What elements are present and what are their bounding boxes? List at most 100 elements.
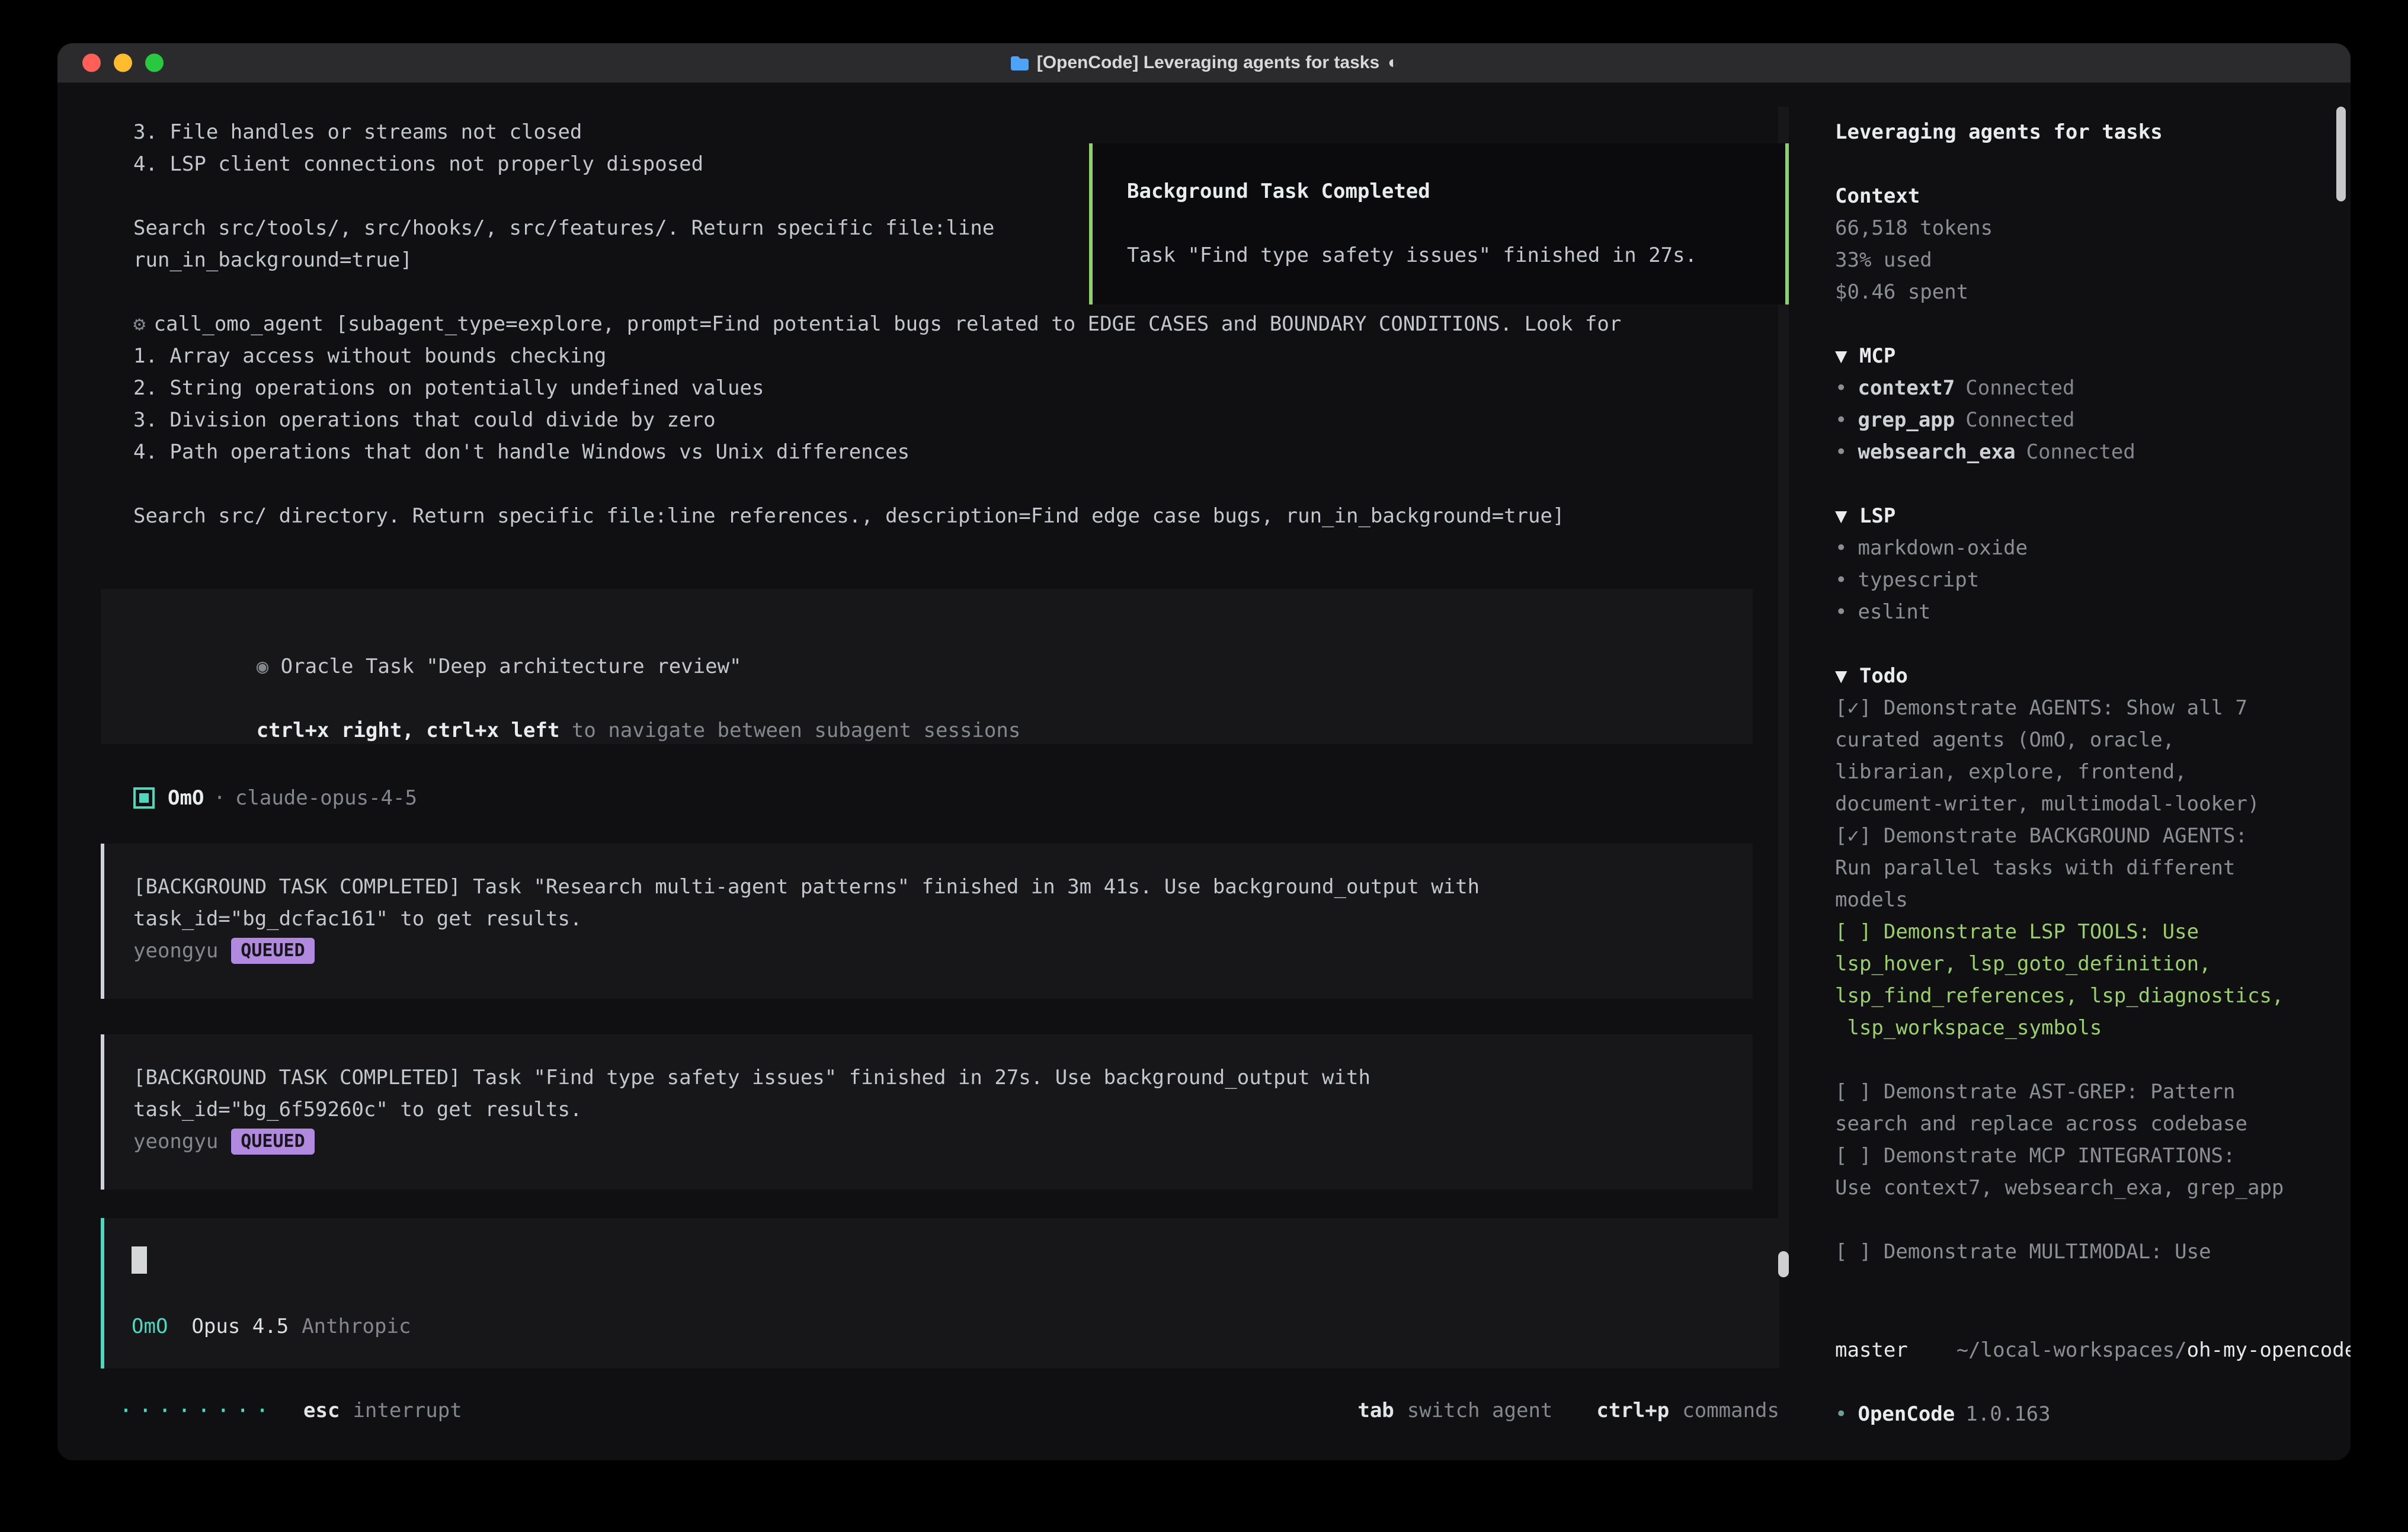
message-author: yeongyu bbox=[133, 935, 218, 967]
message-text: [BACKGROUND TASK COMPLETED] Task "Find t… bbox=[133, 1062, 1753, 1094]
todo-item: [ ] Demonstrate AST-GREP: Pattern search… bbox=[1835, 1076, 2317, 1140]
lsp-section-header[interactable]: ▼ LSP bbox=[1835, 500, 2317, 532]
transcript-line: 4. Path operations that don't handle Win… bbox=[57, 436, 1789, 468]
workspace-path: ~/local-workspaces/ bbox=[1956, 1338, 2187, 1362]
input-model-name: Opus 4.5 bbox=[191, 1310, 289, 1342]
sidebar-scrollbar-thumb[interactable] bbox=[2336, 107, 2346, 201]
sidebar-scrollbar[interactable] bbox=[2336, 107, 2346, 1277]
traffic-lights bbox=[82, 54, 164, 72]
agent-name: OmO bbox=[168, 782, 204, 814]
bullet-icon: • bbox=[1835, 1398, 1847, 1430]
ctrlp-key-label: commands bbox=[1682, 1395, 1779, 1427]
window-title: [OpenCode] Leveraging agents for tasks bbox=[1037, 53, 1379, 73]
bullet-icon: • bbox=[1835, 376, 1847, 400]
lsp-item: • eslint bbox=[1835, 596, 2317, 628]
notification-body: Task "Find type safety issues" finished … bbox=[1127, 239, 1785, 271]
app-version: 1.0.163 bbox=[1965, 1398, 2050, 1430]
esc-key-label: interrupt bbox=[353, 1395, 462, 1427]
app-version-row: • OpenCode 1.0.163 bbox=[1835, 1398, 2317, 1430]
todo-item: [ ] Demonstrate MCP INTEGRATIONS: Use co… bbox=[1835, 1140, 2317, 1204]
notification-title: Background Task Completed bbox=[1127, 175, 1785, 207]
mcp-item: • context7 Connected bbox=[1835, 372, 2317, 404]
app-name: OpenCode bbox=[1858, 1398, 1955, 1430]
todo-item: [ ] Demonstrate MULTIMODAL: Use bbox=[1835, 1236, 2317, 1268]
esc-key-hint: esc bbox=[303, 1395, 340, 1427]
mcp-section-header[interactable]: ▼ MCP bbox=[1835, 340, 2317, 372]
prompt-input[interactable]: OmO Opus 4.5 Anthropic bbox=[101, 1218, 1779, 1368]
mcp-status: Connected bbox=[1965, 376, 2074, 400]
agent-header: OmO · claude-opus-4-5 bbox=[57, 782, 1789, 814]
workspace-repo: oh-my-opencode: bbox=[2187, 1338, 2351, 1362]
bullet-icon: • bbox=[1835, 408, 1847, 432]
close-button[interactable] bbox=[82, 54, 101, 72]
input-agent-name: OmO bbox=[132, 1310, 168, 1342]
transcript-line: 1. Array access without bounds checking bbox=[57, 340, 1789, 372]
mcp-name: context7 bbox=[1858, 376, 1955, 400]
sidebar-footer-block: ~/local-workspaces/oh-my-opencode: maste… bbox=[1835, 1302, 2317, 1430]
todo-section-header[interactable]: ▼ Todo bbox=[1835, 660, 2317, 692]
spinner-dots: ········ bbox=[119, 1395, 275, 1427]
keyboard-hint-text: to navigate between subagent sessions bbox=[559, 719, 1020, 742]
ctrlp-key-hint: ctrl+p bbox=[1596, 1395, 1669, 1427]
mcp-item: • websearch_exa Connected bbox=[1835, 436, 2317, 468]
queued-badge: QUEUED bbox=[231, 1129, 314, 1155]
bullet-icon: • bbox=[1835, 536, 1847, 560]
message-author: yeongyu bbox=[133, 1126, 218, 1158]
agent-icon bbox=[133, 787, 155, 809]
bullet-icon: • bbox=[1835, 568, 1847, 592]
bullet-icon: • bbox=[1835, 440, 1847, 464]
transcript-line: 3. Division operations that could divide… bbox=[57, 404, 1789, 436]
lsp-item: • markdown-oxide bbox=[1835, 532, 2317, 564]
chat-transcript: 3. File handles or streams not closed 4.… bbox=[57, 83, 1789, 1460]
tab-key-hint: tab bbox=[1357, 1395, 1394, 1427]
fullscreen-button[interactable] bbox=[145, 54, 164, 72]
todo-item: [✓] Demonstrate BACKGROUND AGENTS: Run p… bbox=[1835, 820, 2317, 916]
context-tokens: 66,518 tokens bbox=[1835, 212, 2317, 244]
todo-item: [ ] Demonstrate LSP TOOLS: Use lsp_hover… bbox=[1835, 916, 2317, 1044]
tool-call-text: call_omo_agent [subagent_type=explore, p… bbox=[153, 312, 1621, 336]
mcp-item: • grep_app Connected bbox=[1835, 404, 2317, 436]
message-text: task_id="bg_dcfac161" to get results. bbox=[133, 903, 1753, 935]
terminal-window: [OpenCode] Leveraging agents for tasks ◐… bbox=[57, 43, 2351, 1460]
context-used: 33% used bbox=[1835, 244, 2317, 276]
mcp-name: grep_app bbox=[1858, 408, 1955, 432]
input-provider-name: Anthropic bbox=[302, 1310, 411, 1342]
transcript-line: Search src/ directory. Return specific f… bbox=[57, 500, 1789, 532]
mcp-status: Connected bbox=[1965, 408, 2074, 432]
lsp-name: eslint bbox=[1858, 600, 1930, 624]
message-block: [BACKGROUND TASK COMPLETED] Task "Find t… bbox=[101, 1034, 1753, 1190]
session-title: Leveraging agents for tasks bbox=[1835, 116, 2317, 148]
agent-model: claude-opus-4-5 bbox=[235, 782, 417, 814]
minimize-button[interactable] bbox=[114, 54, 132, 72]
context-header: Context bbox=[1835, 180, 2317, 212]
background-task-notification: Background Task Completed Task "Find typ… bbox=[1089, 143, 1789, 305]
context-spent: $0.46 spent bbox=[1835, 276, 2317, 308]
lsp-item: • typescript bbox=[1835, 564, 2317, 596]
lsp-name: markdown-oxide bbox=[1858, 536, 2028, 560]
message-block: [BACKGROUND TASK COMPLETED] Task "Resear… bbox=[101, 844, 1753, 999]
mcp-status: Connected bbox=[2026, 440, 2135, 464]
text-cursor bbox=[132, 1246, 147, 1274]
message-text: task_id="bg_6f59260c" to get results. bbox=[133, 1094, 1753, 1126]
oracle-icon: ◉ bbox=[257, 655, 268, 678]
todo-item: [✓] Demonstrate AGENTS: Show all 7 curat… bbox=[1835, 692, 2317, 820]
window-titlebar[interactable]: [OpenCode] Leveraging agents for tasks ◐ bbox=[57, 43, 2351, 83]
gear-icon: ⚙ bbox=[133, 312, 145, 336]
keyboard-hint-keys: ctrl+x right, ctrl+x left bbox=[257, 719, 560, 742]
bullet-icon: • bbox=[1835, 600, 1847, 624]
lsp-name: typescript bbox=[1858, 568, 1979, 592]
main-scrollbar-thumb[interactable] bbox=[1778, 1251, 1789, 1277]
message-text: [BACKGROUND TASK COMPLETED] Task "Resear… bbox=[133, 871, 1753, 903]
folder-icon bbox=[1010, 55, 1029, 70]
sidebar: Leveraging agents for tasks Context 66,5… bbox=[1789, 83, 2351, 1460]
oracle-task-box: ◉ Oracle Task "Deep architecture review"… bbox=[101, 589, 1753, 744]
separator: · bbox=[213, 782, 225, 814]
status-bar: ········ esc interrupt tab switch agent … bbox=[119, 1395, 1779, 1427]
recording-indicator-icon: ◐ bbox=[1388, 53, 1398, 73]
tab-key-label: switch agent bbox=[1407, 1395, 1553, 1427]
tool-call-line: ⚙ call_omo_agent [subagent_type=explore, … bbox=[57, 308, 1789, 340]
queued-badge: QUEUED bbox=[231, 938, 314, 964]
oracle-task-title: Oracle Task "Deep architecture review" bbox=[281, 655, 742, 678]
transcript-line: 2. String operations on potentially unde… bbox=[57, 372, 1789, 404]
mcp-name: websearch_exa bbox=[1858, 440, 2015, 464]
